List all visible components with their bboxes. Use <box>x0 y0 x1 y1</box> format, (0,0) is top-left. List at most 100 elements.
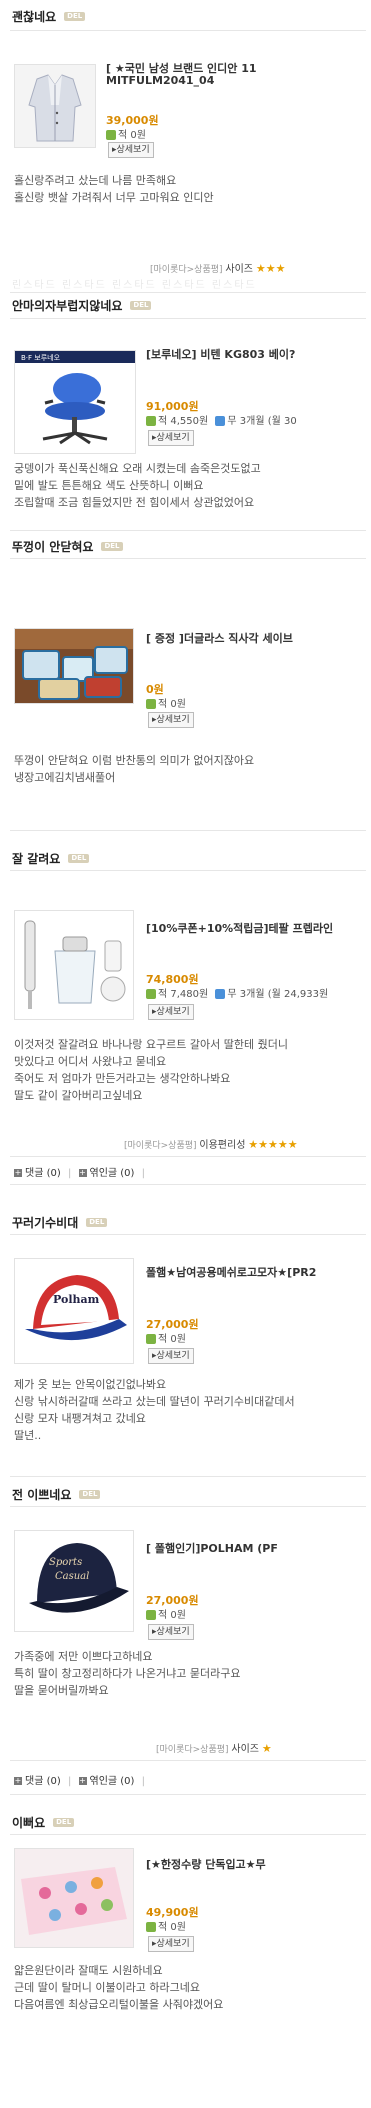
product-name[interactable]: [ 폴햄인기]POLHAM (PF <box>146 1540 364 1556</box>
review-body: 이것저것 잘갈려요 바나나랑 요구르트 갈아서 딸한테 줬더니 맛있다고 어디서… <box>14 1038 288 1102</box>
detail-button[interactable]: ▸상세보기 <box>148 1936 194 1952</box>
product-image-jacket[interactable] <box>14 64 96 148</box>
review-body: 얇은원단이라 잘때도 시원하네요 근데 딸이 탈머니 이불이라고 하라그네요 다… <box>14 1964 224 2011</box>
product-name[interactable]: [보루네오] 비텐 KG803 베이? <box>146 346 364 362</box>
detail-button[interactable]: ▸상세보기 <box>148 712 194 728</box>
post-title: 잘 갈려요 DEL <box>12 850 90 867</box>
installment-icon <box>215 416 226 426</box>
divider <box>10 558 366 559</box>
trackbacks-link[interactable]: + 엮인글 (0) <box>78 1776 134 1787</box>
product-image-blender[interactable] <box>14 910 134 1020</box>
divider <box>10 292 366 293</box>
post-title: 전 이쁘네요 DEL <box>12 1486 101 1503</box>
rating-criterion: 사이즈 <box>231 1744 260 1755</box>
divider <box>10 1156 366 1157</box>
plus-icon: + <box>78 1776 87 1785</box>
product-name[interactable]: 폴햄★남여공용메쉬로고모자★[PR2 <box>146 1264 364 1280</box>
star-rating: ★★★ <box>255 262 286 275</box>
delete-badge[interactable]: DEL <box>53 1818 75 1827</box>
points-info: 적 0원 <box>146 1606 186 1621</box>
product-name[interactable]: [10%쿠폰+10%적립금]테팔 프렙라인 <box>146 920 364 936</box>
installment-icon <box>215 989 226 999</box>
detail-button[interactable]: ▸상세보기 <box>148 430 194 446</box>
product-image-cap[interactable]: Polham <box>14 1258 134 1364</box>
plus-icon: + <box>14 1168 22 1177</box>
review-body: 가족중에 저만 이쁘다고하네요 특히 딸이 창고정리하다가 나온거냐고 묻더라구… <box>14 1650 241 1697</box>
points-icon <box>146 699 156 709</box>
delete-badge[interactable]: DEL <box>64 12 86 21</box>
delete-badge[interactable]: DEL <box>86 1218 108 1227</box>
breadcrumb[interactable]: [마이롯다>상품평] <box>124 1141 197 1151</box>
points-info: 적 0원 <box>146 695 186 710</box>
divider <box>10 830 366 831</box>
svg-text:Sports: Sports <box>49 1557 82 1568</box>
divider <box>10 1234 366 1235</box>
divider <box>10 1760 366 1761</box>
detail-button[interactable]: ▸상세보기 <box>148 1348 194 1364</box>
points-info: 적 7,480원 무 3개월 (월 24,933원 <box>146 985 366 1000</box>
product-name[interactable]: [ 증정 ]더글라스 직사각 세이브 <box>146 630 364 646</box>
product-image-cap-navy[interactable]: Sports Casual <box>14 1530 134 1632</box>
product-code[interactable]: MITFULM2041_04 <box>106 74 364 87</box>
rating-criterion: 이용편리성 <box>199 1140 246 1151</box>
delete-badge[interactable]: DEL <box>79 1490 101 1499</box>
svg-text:Casual: Casual <box>55 1571 89 1582</box>
divider <box>10 1184 366 1185</box>
divider <box>10 1834 366 1835</box>
watermark: 린스타드 린스타드 린스타드 린스타드 린스타드 <box>12 280 257 291</box>
divider <box>10 1506 366 1507</box>
brand-logo: B·F 보루네오 <box>21 353 61 362</box>
delete-badge[interactable]: DEL <box>101 542 123 551</box>
divider <box>10 1476 366 1477</box>
delete-badge[interactable]: DEL <box>130 301 152 310</box>
divider <box>10 530 366 531</box>
detail-button[interactable]: ▸상세보기 <box>148 1624 194 1640</box>
comment-bar: + 댓글 (0) | + 엮인글 (0) | <box>14 1776 146 1787</box>
post-title: 이뻐요 DEL <box>12 1814 75 1831</box>
review-rating-row: [마이롯다>상품평] 이용편리성 ★★★★★ <box>124 1136 298 1151</box>
detail-button[interactable]: ▸상세보기 <box>148 1004 194 1020</box>
star-rating: ★★★★★ <box>248 1138 298 1151</box>
post-title: 꾸러기수비대 DEL <box>12 1214 108 1231</box>
points-info: 적 0원 <box>146 1330 186 1345</box>
divider <box>10 318 366 319</box>
product-image-blanket[interactable] <box>14 1848 134 1948</box>
plus-icon: + <box>14 1776 22 1785</box>
review-rating-row: [마이롯다>상품평] 사이즈 ★ <box>156 1740 272 1755</box>
points-icon <box>106 130 116 140</box>
breadcrumb[interactable]: [마이롯다>상품평] <box>150 265 223 275</box>
post-title: 안마의자부럽지않네요 DEL <box>12 297 152 314</box>
product-image-containers[interactable] <box>14 628 134 704</box>
product-name[interactable]: [★한정수량 단독입고★무 <box>146 1856 364 1872</box>
review-rating-row: [마이롯다>상품평] 사이즈 ★★★ <box>150 260 285 275</box>
star-rating: ★ <box>261 1742 272 1755</box>
post-title: 괜찮네요 DEL <box>12 8 86 25</box>
plus-icon: + <box>78 1168 87 1177</box>
comments-link[interactable]: + 댓글 (0) <box>14 1168 61 1179</box>
points-icon <box>146 1922 156 1932</box>
divider <box>10 870 366 871</box>
comments-link[interactable]: + 댓글 (0) <box>14 1776 61 1787</box>
points-info: 적 0원 <box>146 1918 186 1933</box>
svg-text:Polham: Polham <box>53 1293 100 1306</box>
divider <box>10 30 366 31</box>
comment-bar: + 댓글 (0) | + 엮인글 (0) | <box>14 1168 146 1179</box>
review-body: 홀신랑주려고 샀는데 나름 만족해요 홀신랑 뱃살 가려줘서 너무 고마워요 인… <box>14 174 214 204</box>
review-body: 뚜껑이 안닫혀요 이럼 반찬통의 의미가 없어지잖아요 냉장고에김치냄새풀어 <box>14 754 255 784</box>
delete-badge[interactable]: DEL <box>68 854 90 863</box>
product-image-chair[interactable]: B·F 보루네오 <box>14 350 136 454</box>
points-icon <box>146 1610 156 1620</box>
detail-button[interactable]: ▸상세보기 <box>108 142 154 158</box>
trackbacks-link[interactable]: + 엮인글 (0) <box>78 1168 134 1179</box>
points-icon <box>146 1334 156 1344</box>
points-icon <box>146 989 156 999</box>
post-title: 뚜껑이 안닫혀요 DEL <box>12 538 123 555</box>
points-info: 적 0원 <box>106 126 146 141</box>
review-body: 제가 옷 보는 안목이없긴없나봐요 신랑 낚시하러갈때 쓰라고 샀는데 딸년이 … <box>14 1378 295 1442</box>
rating-criterion: 사이즈 <box>225 264 254 275</box>
breadcrumb[interactable]: [마이롯다>상품평] <box>156 1745 229 1755</box>
review-body: 궁뎅이가 푹신푹신해요 오래 시켰는데 솜죽은것도없고 밑에 발도 튼튼해요 색… <box>14 462 261 509</box>
divider <box>10 1794 366 1795</box>
points-icon <box>146 416 156 426</box>
points-info: 적 4,550원 무 3개월 (월 30 <box>146 412 366 427</box>
